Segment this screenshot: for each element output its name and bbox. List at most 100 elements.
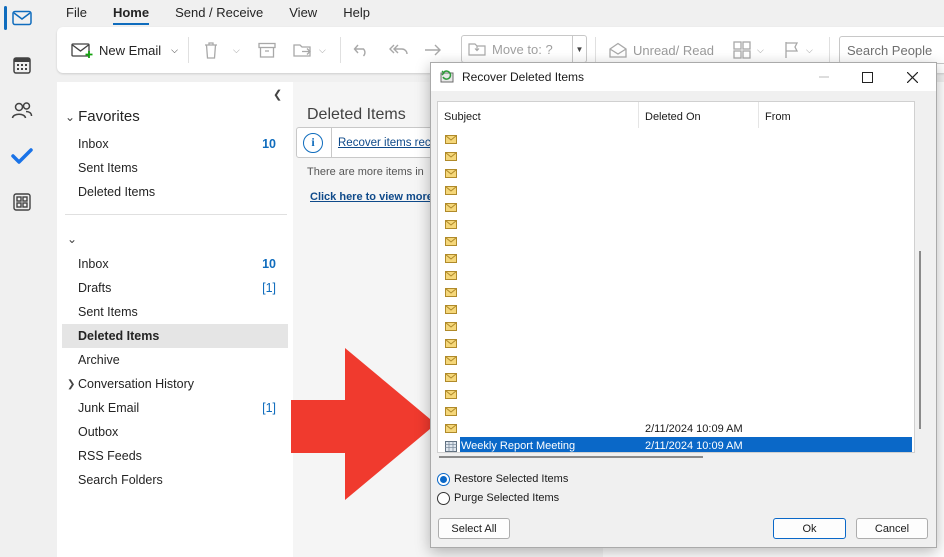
dialog-title: Recover Deleted Items [462,70,585,84]
list-item[interactable] [438,267,914,284]
move-to-quickstep[interactable]: Move to: ? ▼ [461,35,587,63]
cancel-button[interactable]: Cancel [856,518,928,539]
list-item[interactable] [438,386,914,403]
restore-radio[interactable] [437,472,450,486]
recover-icon [440,70,454,83]
archive-icon [258,42,276,58]
list-item[interactable] [438,165,914,182]
folder-label: Drafts [78,281,112,295]
menu-home[interactable]: Home [100,1,162,25]
list-item[interactable] [438,233,914,250]
collapse-pane-icon[interactable]: ❮ [273,88,282,101]
envelope-icon [445,424,457,433]
envelope-icon [445,356,457,365]
folder-label: Sent Items [78,305,138,319]
unread-count: 10 [262,257,276,271]
categorize-button[interactable]: ⌵ [733,35,764,65]
item-subject: Weekly Report Meeting [461,439,576,452]
favorite-deleted-items[interactable]: Deleted Items [62,180,288,204]
list-item[interactable] [438,216,914,233]
delete-button[interactable]: ⌵ [203,35,240,65]
menu-help[interactable]: Help [330,1,383,25]
list-item[interactable]: 2/11/2024 10:09 AM [438,420,914,437]
maximize-icon[interactable] [845,63,890,91]
folder-conversation-history[interactable]: ❯ Conversation History [62,372,288,396]
envelope-icon [445,220,457,229]
folder-archive[interactable]: Archive [62,348,288,372]
favorites-header[interactable]: ⌄ Favorites [65,108,140,125]
forward-button[interactable] [423,35,443,65]
minimize-icon[interactable] [801,63,846,91]
deleted-items-list[interactable]: Subject Deleted On From 2/11/2024 10:09 … [437,101,915,453]
chevron-right-icon[interactable]: ❯ [67,379,75,390]
follow-up-button[interactable]: ⌵ [784,35,813,65]
account-chevron-down-icon[interactable]: ⌄ [67,232,77,246]
folder-inbox[interactable]: Inbox 10 [62,252,288,276]
search-people-input[interactable]: Search People [839,36,944,64]
menu-send-receive[interactable]: Send / Receive [162,1,276,25]
list-item[interactable] [438,335,914,352]
ok-button[interactable]: Ok [773,518,846,539]
favorite-sent-items[interactable]: Sent Items [62,156,288,180]
chevron-down-icon[interactable]: ⌵ [171,45,178,56]
recover-items-link[interactable]: Recover items rece [338,137,437,149]
envelope-icon [445,254,457,263]
folder-deleted-items[interactable]: Deleted Items [62,324,288,348]
list-item-selected[interactable]: Weekly Report Meeting 2/11/2024 10:09 AM [438,437,914,452]
archive-button[interactable] [258,35,276,65]
list-item[interactable] [438,148,914,165]
red-arrow-annotation [291,348,436,500]
folder-outbox[interactable]: Outbox [62,420,288,444]
restore-option[interactable]: Restore Selected Items [437,470,568,488]
close-icon[interactable] [890,63,935,91]
folder-label: RSS Feeds [78,449,142,463]
apps-icon[interactable] [0,184,44,220]
list-item[interactable] [438,369,914,386]
undo-button[interactable] [353,35,371,65]
list-item[interactable] [438,250,914,267]
purge-radio[interactable] [437,491,450,505]
undo-icon [353,44,366,57]
select-all-button[interactable]: Select All [438,518,510,539]
column-subject[interactable]: Subject [438,102,639,128]
categorize-icon [733,41,751,59]
menu-view[interactable]: View [276,1,330,25]
folder-junk-email[interactable]: Junk Email [1] [62,396,288,420]
envelope-icon [445,288,457,297]
folder-drafts[interactable]: Drafts [1] [62,276,288,300]
list-item[interactable] [438,182,914,199]
purge-option[interactable]: Purge Selected Items [437,489,559,507]
unread-read-button[interactable]: Unread/ Read [609,35,714,65]
reply-all-button[interactable] [388,35,408,65]
new-email-button[interactable]: New Email ⌵ [71,35,178,65]
horizontal-scrollbar[interactable] [439,456,703,458]
list-item[interactable] [438,199,914,216]
list-item[interactable] [438,301,914,318]
vertical-scrollbar[interactable] [917,101,929,453]
calendar-icon[interactable] [0,47,44,83]
column-from[interactable]: From [759,102,914,128]
folder-search-folders[interactable]: Search Folders [62,468,288,492]
folder-label: Conversation History [78,377,195,391]
list-item[interactable] [438,352,914,369]
menu-file[interactable]: File [44,1,100,25]
list-item[interactable] [438,403,914,420]
favorite-inbox[interactable]: Inbox 10 [62,132,288,156]
list-item[interactable] [438,131,914,148]
mail-icon[interactable] [0,0,44,36]
forward-icon [425,44,441,56]
unread-read-label: Unread/ Read [633,42,714,58]
folder-label: Deleted Items [78,329,160,343]
people-icon[interactable] [0,93,44,129]
chevron-down-icon[interactable]: ▼ [572,36,586,62]
scroll-thumb[interactable] [919,251,921,429]
folder-sent-items[interactable]: Sent Items [62,300,288,324]
view-more-link[interactable]: Click here to view more [310,191,433,203]
list-item[interactable] [438,284,914,301]
column-deleted-on[interactable]: Deleted On [639,102,759,128]
envelope-icon [445,135,457,144]
list-item[interactable] [438,318,914,335]
move-button[interactable]: ⌵ [293,35,326,65]
folder-rss-feeds[interactable]: RSS Feeds [62,444,288,468]
todo-icon[interactable] [0,138,44,174]
